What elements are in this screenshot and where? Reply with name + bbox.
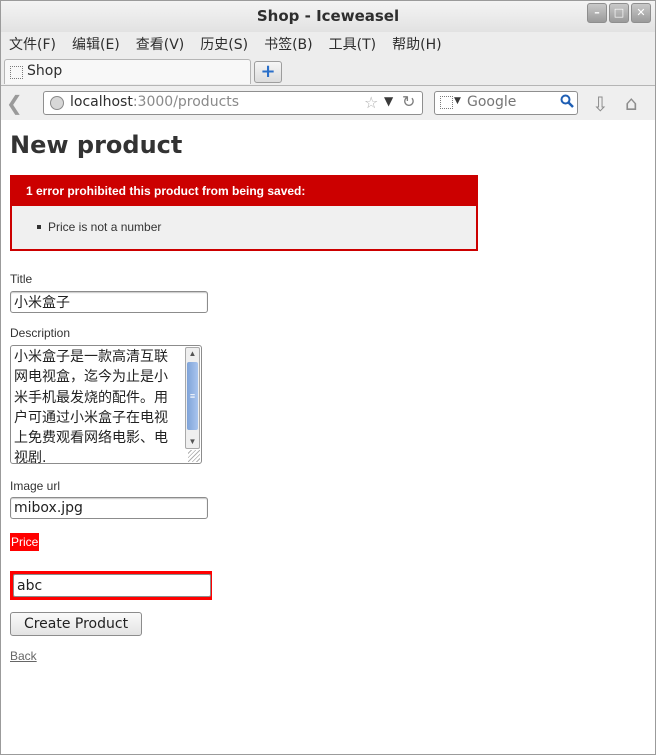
error-header: 1 error prohibited this product from bei…: [12, 177, 476, 206]
new-tab-button[interactable]: +: [254, 61, 282, 83]
back-arrow-icon[interactable]: ❮: [6, 93, 28, 113]
scroll-down-icon[interactable]: ▼: [186, 436, 199, 448]
back-link[interactable]: Back: [10, 649, 37, 663]
url-bar[interactable]: localhost:3000/products ☆ ▼ ↻: [43, 91, 423, 115]
scroll-thumb[interactable]: ≡: [187, 362, 198, 430]
close-button[interactable]: ✕: [631, 3, 651, 23]
window-title: Shop - Iceweasel: [256, 7, 400, 25]
bookmark-star-icon[interactable]: ☆: [364, 93, 378, 112]
description-scrollbar[interactable]: ▲ ≡ ▼: [185, 347, 200, 449]
page-icon: [10, 66, 23, 79]
tab-shop[interactable]: Shop: [4, 59, 251, 84]
create-product-button[interactable]: Create Product: [10, 612, 142, 636]
browser-window: Shop - Iceweasel – □ ✕ 文件(F) 编辑(E) 查看(V)…: [0, 0, 656, 755]
menu-edit[interactable]: 编辑(E): [64, 34, 128, 54]
menu-help[interactable]: 帮助(H): [384, 34, 449, 54]
menu-bookmarks[interactable]: 书签(B): [256, 34, 321, 54]
error-explanation: 1 error prohibited this product from bei…: [10, 175, 478, 251]
url-host: localhost: [70, 94, 133, 110]
title-label: Title: [10, 272, 33, 286]
search-input[interactable]: [467, 93, 557, 111]
error-message-text: Price is not a number: [48, 220, 162, 234]
reload-icon[interactable]: ↻: [402, 92, 415, 111]
price-field[interactable]: [13, 574, 211, 597]
download-icon[interactable]: ⇩: [592, 92, 609, 116]
page-title: New product: [10, 131, 183, 159]
description-label: Description: [10, 326, 71, 340]
menu-file[interactable]: 文件(F): [1, 34, 64, 54]
minimize-button[interactable]: –: [587, 3, 607, 23]
image-url-label: Image url: [10, 479, 61, 493]
menu-bar: 文件(F) 编辑(E) 查看(V) 历史(S) 书签(B) 工具(T) 帮助(H…: [1, 32, 655, 56]
url-text[interactable]: localhost:3000/products: [70, 94, 239, 110]
price-field-with-errors: [10, 571, 212, 600]
resize-grip-icon[interactable]: [188, 450, 200, 462]
tab-label: Shop: [27, 63, 63, 79]
description-text[interactable]: 小米盒子是一款高清互联网电视盒，迄今为止是小米手机最发烧的配件。用户可通过小米盒…: [14, 347, 176, 463]
menu-tools[interactable]: 工具(T): [321, 34, 384, 54]
price-label: Price: [10, 533, 40, 551]
globe-icon: [50, 96, 64, 110]
window-controls: – □ ✕: [587, 3, 651, 23]
bullet-icon: [37, 225, 41, 229]
search-engine-dropdown-icon[interactable]: ▼: [454, 96, 461, 106]
page-content: New product 1 error prohibited this prod…: [1, 120, 655, 754]
scroll-up-icon[interactable]: ▲: [186, 348, 199, 360]
menu-view[interactable]: 查看(V): [128, 34, 193, 54]
description-field[interactable]: 小米盒子是一款高清互联网电视盒，迄今为止是小米手机最发烧的配件。用户可通过小米盒…: [10, 345, 202, 464]
navigation-toolbar: ❮ localhost:3000/products ☆ ▼ ↻ ▼ ⇩ ⌂: [1, 85, 655, 121]
image-url-field[interactable]: [10, 497, 208, 519]
maximize-button[interactable]: □: [609, 3, 629, 23]
tab-strip: Shop +: [1, 56, 655, 85]
error-message: Price is not a number: [37, 220, 162, 234]
title-bar: Shop - Iceweasel – □ ✕: [1, 1, 655, 32]
search-engine-icon[interactable]: [440, 96, 453, 109]
history-dropdown-icon[interactable]: ▼: [384, 94, 393, 108]
title-field[interactable]: [10, 291, 208, 313]
url-path: :3000/products: [132, 94, 240, 110]
magnifier-icon[interactable]: [560, 94, 574, 108]
search-bar[interactable]: ▼: [434, 91, 578, 115]
menu-history[interactable]: 历史(S): [192, 34, 256, 54]
home-icon[interactable]: ⌂: [625, 91, 638, 115]
